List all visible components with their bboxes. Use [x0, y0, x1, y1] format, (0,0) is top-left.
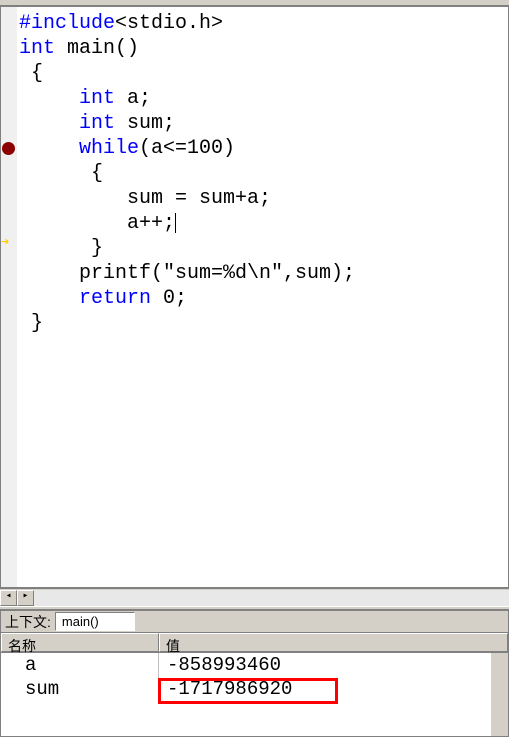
watch-row[interactable]: sum -1717986920	[1, 677, 508, 701]
scroll-right-button[interactable]: ▸	[17, 590, 34, 606]
code-text: {	[19, 162, 103, 185]
vertical-scrollbar[interactable]	[491, 653, 508, 736]
watch-panel: 上下文: main() 名称 值 a -858993460 sum -17179…	[0, 610, 509, 737]
code-text: sum = sum+a;	[19, 187, 271, 210]
horizontal-scrollbar[interactable]: ◂ ▸	[0, 588, 509, 606]
code-text: }	[19, 312, 43, 335]
scroll-left-button[interactable]: ◂	[0, 590, 17, 606]
keyword-int: int	[19, 37, 55, 60]
watch-body: a -858993460 sum -1717986920	[1, 653, 508, 736]
watch-var-name: sum	[1, 677, 159, 701]
watch-var-name: a	[1, 653, 159, 677]
code-text: a;	[115, 87, 151, 110]
code-text: main()	[55, 37, 139, 60]
editor-gutter: ➔	[1, 7, 17, 587]
keyword-include: #include	[19, 12, 115, 35]
keyword-return: return	[79, 287, 151, 310]
scroll-track[interactable]	[34, 590, 509, 606]
code-text: }	[19, 237, 103, 260]
context-label: 上下文:	[5, 612, 51, 632]
context-dropdown[interactable]: main()	[55, 612, 135, 631]
keyword-int: int	[79, 87, 115, 110]
code-text: (a<=100)	[139, 137, 235, 160]
code-text: sum;	[115, 112, 175, 135]
watch-column-headers: 名称 值	[1, 633, 508, 653]
code-text: printf("sum=%d\n",sum);	[19, 262, 355, 285]
code-text: 0;	[151, 287, 187, 310]
code-text: a++;	[19, 212, 175, 235]
code-content[interactable]: #include<stdio.h> int main() { int a; in…	[1, 7, 508, 336]
breakpoint-marker[interactable]	[2, 142, 15, 155]
text-cursor	[175, 213, 176, 233]
watch-var-value: -858993460	[159, 653, 508, 677]
keyword-int: int	[79, 112, 115, 135]
code-text: {	[19, 62, 43, 85]
current-line-arrow-icon: ➔	[1, 234, 9, 251]
column-header-name[interactable]: 名称	[1, 633, 159, 652]
watch-var-value: -1717986920	[159, 677, 508, 701]
code-editor[interactable]: ➔ #include<stdio.h> int main() { int a; …	[0, 6, 509, 588]
column-header-value[interactable]: 值	[159, 633, 508, 652]
watch-row[interactable]: a -858993460	[1, 653, 508, 677]
code-text: <stdio.h>	[115, 12, 223, 35]
watch-header: 上下文: main()	[1, 611, 508, 633]
keyword-while: while	[79, 137, 139, 160]
